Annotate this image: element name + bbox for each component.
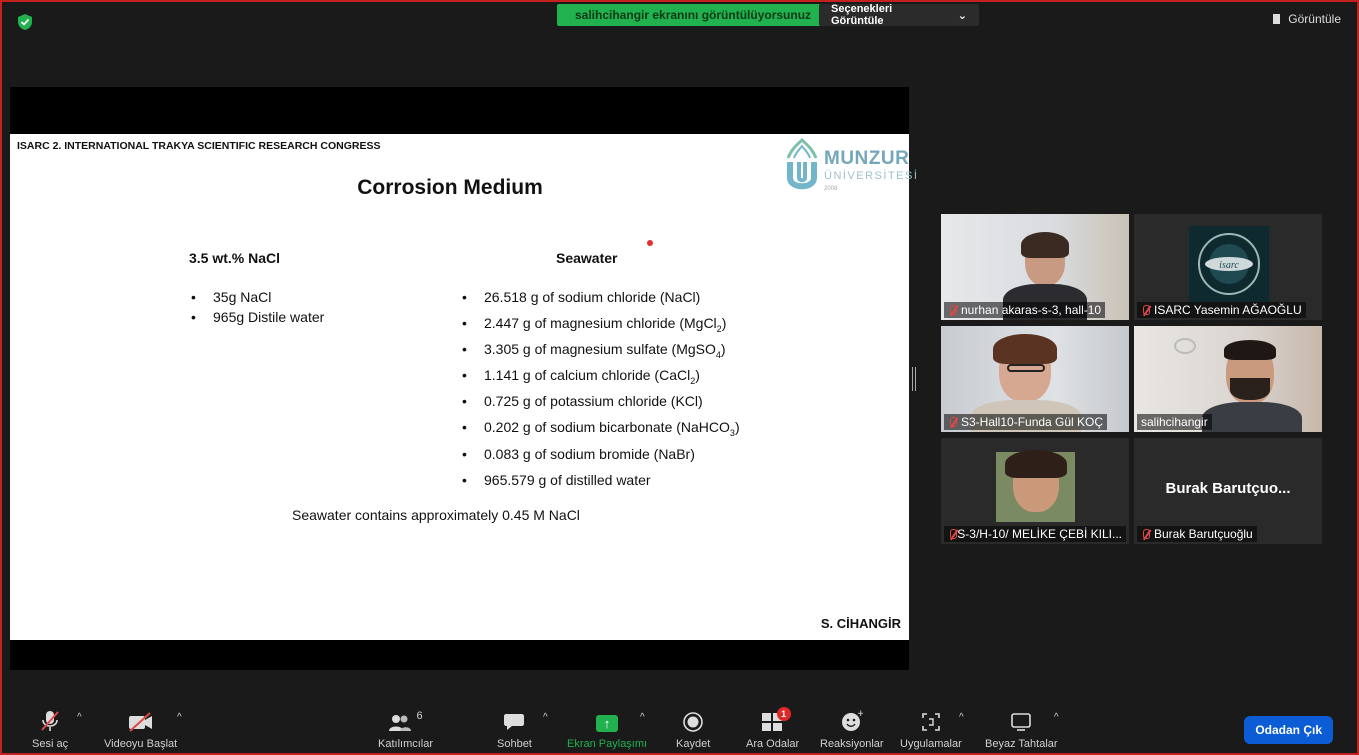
reaction-emoji-icon: + [841,710,863,731]
chat-options-caret[interactable]: ^ [543,712,548,723]
participant-tile[interactable]: isarc ISARC Yasemin AĞAOĞLU [1134,214,1322,320]
participant-name: S-3/H-10/ MELİKE ÇEBİ KILI... [944,526,1126,542]
participants-label: Katılımcılar [378,738,434,750]
participant-tile[interactable]: Burak Barutçuo... Burak Barutçuoğlu [1134,438,1322,544]
participant-count: 6 [416,710,423,722]
view-button[interactable]: Görüntüle [1273,12,1341,26]
slide-header: ISARC 2. INTERNATIONAL TRAKYA SCIENTIFIC… [17,140,381,152]
reactions-label: Reaksiyonlar [820,738,884,750]
list-item: 0.725 g of potassium chloride (KCl) [460,391,740,417]
whiteboard-options-caret[interactable]: ^ [1054,712,1059,723]
participant-hair [993,334,1057,364]
list-item: 0.083 g of sodium bromide (NaBr) [460,444,740,470]
participant-hair [1005,450,1067,478]
svg-text:+: + [857,710,863,719]
list-item: 965.579 g of distilled water [460,470,740,496]
participant-body [1202,402,1302,432]
chat-icon [504,714,525,730]
list-item: 3.305 g of magnesium sulfate (MgSO4) [460,339,740,365]
share-screen-button[interactable]: ↑ Ekran Paylaşımı [567,710,647,750]
muted-mic-icon [948,416,957,428]
svg-text:isarc: isarc [1219,260,1239,271]
participant-name: salihcihangir [1137,414,1212,430]
start-video-button[interactable]: Videoyu Başlat [104,710,177,750]
whiteboards-button[interactable]: Beyaz Tahtalar [985,710,1058,750]
screen-share-banner: salihcihangir ekranını görüntülüyorsunuz [557,4,830,26]
list-item: 35g NaCl [189,287,324,308]
participant-beard [1230,378,1270,400]
seawater-list: 26.518 g of sodium chloride (NaCl) 2.447… [460,287,740,496]
breakout-rooms-button[interactable]: 1 Ara Odalar [746,707,800,750]
share-screen-icon: ↑ [596,715,619,732]
breakout-badge: 1 [776,707,791,721]
whiteboards-label: Beyaz Tahtalar [985,738,1058,750]
whiteboard-icon [1011,713,1032,731]
nacl-list: 35g NaCl 965g Distile water [189,287,324,328]
list-item: 1.141 g of calcium chloride (CaCl2) [460,365,740,391]
chat-button[interactable]: Sohbet [497,710,532,750]
record-button[interactable]: Kaydet [676,710,710,750]
participants-icon [389,715,412,731]
breakout-rooms-label: Ara Odalar [746,738,800,750]
active-speaker-tile[interactable]: salihcihangir [1134,326,1322,432]
participant-display-name: Burak Barutçuo... [1165,480,1291,497]
participant-name: ISARC Yasemin AĞAOĞLU [1137,302,1306,318]
list-item: 965g Distile water [189,307,324,328]
isarc-logo-icon: isarc [1189,226,1269,302]
participant-tile[interactable]: S-3/H-10/ MELİKE ÇEBİ KILI... [941,438,1129,544]
apps-button[interactable]: Uygulamalar [900,710,962,750]
audio-options-caret[interactable]: ^ [77,712,82,723]
unmute-label: Sesi aç [32,738,69,750]
seawater-note: Seawater contains approximately 0.45 M N… [292,507,580,523]
participant-name: nurhan akaras-s-3, hall-10 [944,302,1106,318]
record-label: Kaydet [676,738,711,750]
record-icon [683,712,703,732]
shared-screen[interactable]: ISARC 2. INTERNATIONAL TRAKYA SCIENTIFIC… [10,87,917,670]
layout-icon [1273,14,1284,24]
meeting-toolbar: Sesi aç ^ Videoyu Başlat ^ 6 Katılımcıla… [0,700,1359,755]
participants-button[interactable]: 6 Katılımcılar [378,710,433,750]
share-options-caret[interactable]: ^ [640,712,645,723]
glasses-icon [1007,364,1045,372]
muted-mic-icon [1141,528,1150,540]
video-off-icon [128,712,152,732]
remote-cursor-icon [647,240,653,246]
view-options-label: Seçenekleri Görüntüle [831,3,893,27]
participant-name: Burak Barutçuoğlu [1137,526,1257,542]
ceiling-lamp [1174,338,1196,354]
slide-signature: S. CİHANGİR [820,616,901,631]
apps-options-caret[interactable]: ^ [959,712,964,723]
seawater-column-title: Seawater [556,250,618,266]
participant-hair [1224,340,1276,360]
participant-name: S3-Hall10-Funda Gül KOÇ [944,414,1108,430]
apps-icon [922,713,940,731]
logo-name: MUNZUR [824,148,910,169]
presentation-slide: ISARC 2. INTERNATIONAL TRAKYA SCIENTIFIC… [10,134,917,640]
security-shield-icon[interactable] [16,13,34,31]
nacl-column-title: 3.5 wt.% NaCl [189,250,281,266]
participant-tile[interactable]: S3-Hall10-Funda Gül KOÇ [941,326,1129,432]
participant-hair [1021,232,1069,258]
apps-label: Uygulamalar [900,738,962,750]
muted-mic-icon [948,304,957,316]
muted-microphone-icon [41,711,59,731]
share-screen-label: Ekran Paylaşımı [567,738,648,750]
list-item: 0.202 g of sodium bicarbonate (NaHCO3) [460,417,740,443]
participant-tile[interactable]: nurhan akaras-s-3, hall-10 [941,214,1129,320]
list-item: 2.447 g of magnesium chloride (MgCl2) [460,313,740,339]
start-video-label: Videoyu Başlat [104,738,178,750]
slide-title: Corrosion Medium [357,176,543,199]
list-item: 26.518 g of sodium chloride (NaCl) [460,287,740,313]
video-options-caret[interactable]: ^ [177,712,182,723]
chevron-down-icon: ⌄ [957,9,967,22]
muted-mic-icon [948,528,958,540]
reactions-button[interactable]: + Reaksiyonlar [820,710,884,750]
unmute-button[interactable]: Sesi aç [32,710,68,750]
muted-mic-icon [1141,304,1150,316]
chat-label: Sohbet [497,738,532,750]
view-label: Görüntüle [1288,12,1341,26]
resize-handle[interactable] [912,367,916,391]
view-options-button[interactable]: Seçenekleri Görüntüle ⌄ [819,3,979,27]
leave-room-button[interactable]: Odadan Çık [1244,716,1333,744]
